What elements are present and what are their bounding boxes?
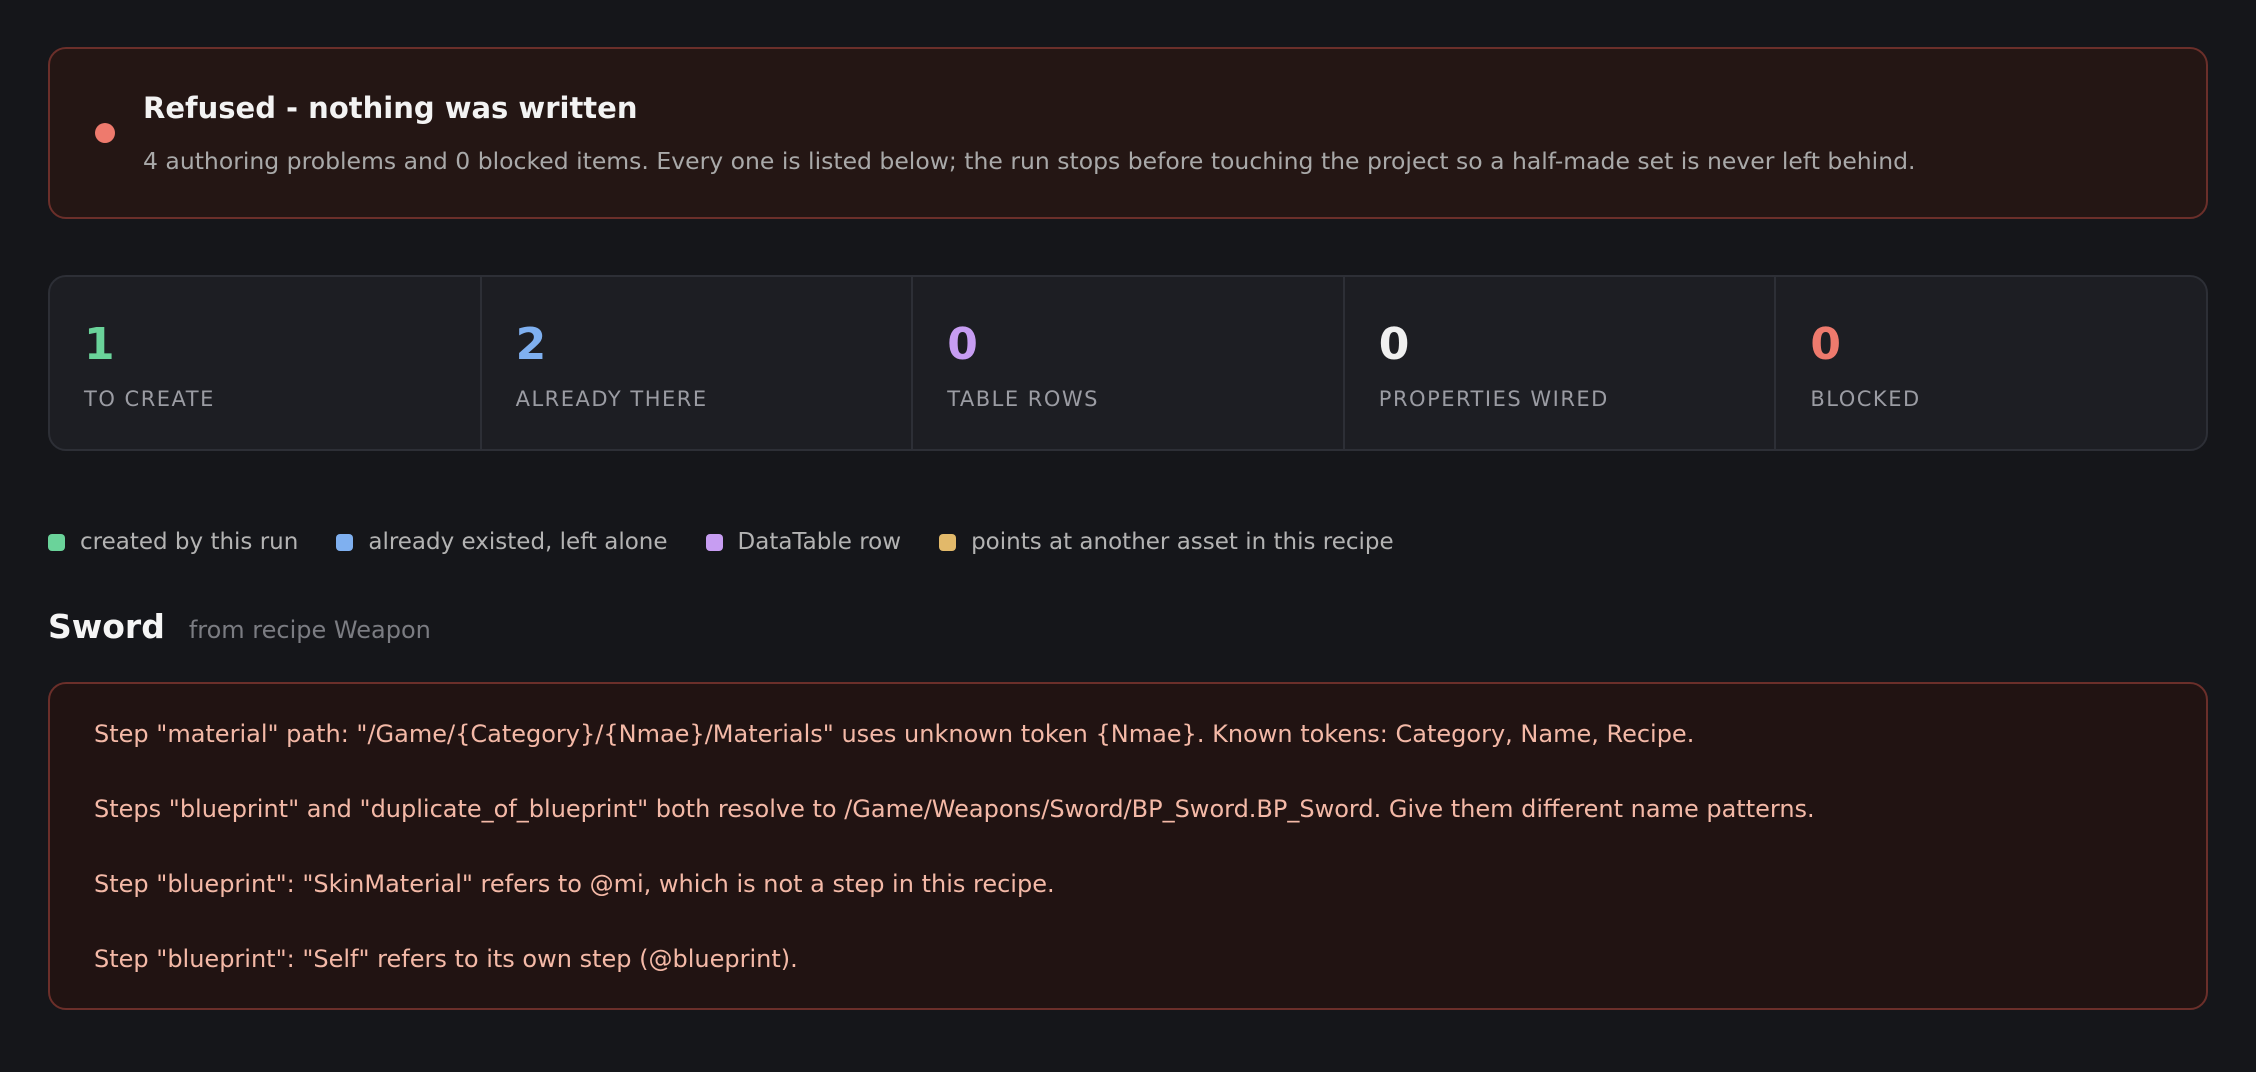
recipe-header: Sword from recipe Weapon: [48, 607, 2208, 647]
stat-label: TO CREATE: [84, 387, 215, 411]
legend-item-datatable-row: DataTable row: [705, 529, 902, 555]
stat-value: 0: [947, 319, 978, 370]
legend: created by this run already existed, lef…: [48, 527, 2208, 557]
status-dot-icon: [95, 123, 115, 143]
stat-blocked: 0 BLOCKED: [1776, 277, 2206, 449]
error-item: Step "blueprint": "Self" refers to its o…: [94, 945, 798, 973]
summary-stats: 1 TO CREATE 2 ALREADY THERE 0 TABLE ROWS…: [48, 275, 2208, 451]
stat-value: 0: [1810, 319, 1841, 370]
swatch-reference-icon: [939, 533, 957, 551]
error-item: Step "blueprint": "SkinMaterial" refers …: [94, 870, 1055, 898]
stat-value: 1: [84, 319, 115, 370]
stat-already-there: 2 ALREADY THERE: [482, 277, 914, 449]
recipe-source: from recipe Weapon: [188, 616, 431, 644]
stat-label: ALREADY THERE: [515, 387, 708, 411]
legend-item-reference: points at another asset in this recipe: [939, 529, 1394, 555]
stat-label: PROPERTIES WIRED: [1378, 387, 1609, 411]
legend-label: created by this run: [80, 529, 299, 555]
legend-item-created: created by this run: [48, 529, 298, 555]
banner-title: Refused - nothing was written: [143, 91, 638, 125]
recipe-name: Sword: [48, 607, 165, 646]
refused-banner: Refused - nothing was written 4 authorin…: [48, 47, 2208, 219]
stat-properties-wired: 0 PROPERTIES WIRED: [1345, 277, 1777, 449]
error-item: Step "material" path: "/Game/{Category}/…: [94, 720, 1695, 748]
stat-label: TABLE ROWS: [947, 387, 1100, 411]
legend-label: DataTable row: [737, 529, 902, 555]
swatch-created-icon: [48, 533, 65, 551]
stat-value: 2: [515, 319, 547, 370]
swatch-datatable-icon: [705, 533, 723, 551]
stat-table-rows: 0 TABLE ROWS: [913, 277, 1345, 449]
error-item: Steps "blueprint" and "duplicate_of_blue…: [94, 795, 1815, 823]
stat-to-create: 1 TO CREATE: [50, 277, 482, 449]
legend-label: points at another asset in this recipe: [971, 529, 1394, 555]
results-page: Refused - nothing was written 4 authorin…: [0, 0, 2256, 1072]
error-list: Step "material" path: "/Game/{Category}/…: [48, 682, 2208, 1010]
banner-message: 4 authoring problems and 0 blocked items…: [143, 147, 1916, 175]
legend-item-existed: already existed, left alone: [336, 529, 668, 555]
legend-label: already existed, left alone: [368, 529, 668, 555]
stat-label: BLOCKED: [1810, 387, 1921, 411]
swatch-existed-icon: [336, 533, 354, 551]
stat-value: 0: [1378, 319, 1410, 370]
